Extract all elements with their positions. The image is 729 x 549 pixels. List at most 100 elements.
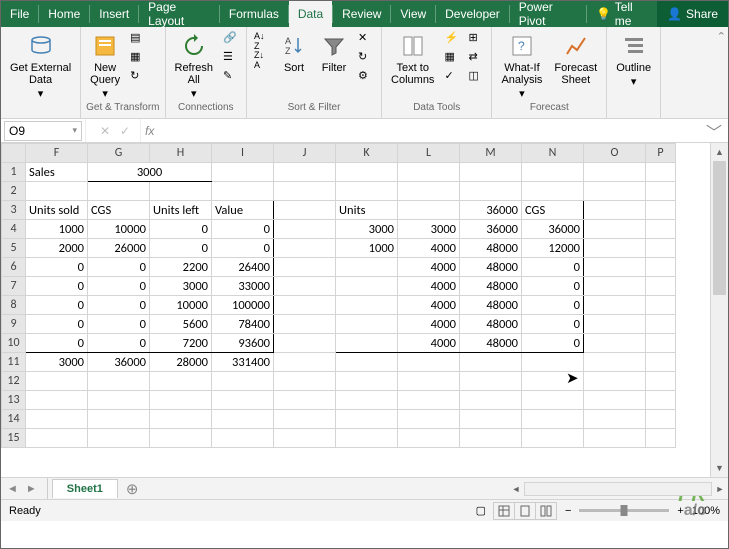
cell-I12[interactable] [212, 372, 274, 391]
zoom-in-button[interactable]: + [677, 505, 683, 517]
row-header-5[interactable]: 5 [2, 239, 26, 258]
cell-J5[interactable] [274, 239, 336, 258]
cell-I7[interactable]: 33000 [212, 277, 274, 296]
manage-data-model-button[interactable]: ◫ [466, 68, 486, 86]
cell-M14[interactable] [460, 410, 522, 429]
collapse-ribbon-button[interactable]: ˆ [715, 27, 728, 118]
cell-L7[interactable]: 4000 [398, 277, 460, 296]
row-header-4[interactable]: 4 [2, 220, 26, 239]
properties-button[interactable]: ☰ [221, 49, 241, 67]
page-layout-view-button[interactable] [514, 502, 536, 520]
cell-K12[interactable] [336, 372, 398, 391]
show-queries-button[interactable]: ▤ [128, 30, 148, 48]
cell-M5[interactable]: 48000 [460, 239, 522, 258]
cell-I3[interactable]: Value [212, 201, 274, 220]
cell-G12[interactable] [88, 372, 150, 391]
cell-J12[interactable] [274, 372, 336, 391]
col-header-M[interactable]: M [460, 144, 522, 163]
cell-K9[interactable] [336, 315, 398, 334]
cell-P5[interactable] [646, 239, 676, 258]
cell-F5[interactable]: 2000 [26, 239, 88, 258]
cell-I2[interactable] [212, 182, 274, 201]
text-to-columns-button[interactable]: Text to Columns [387, 30, 438, 88]
col-header-N[interactable]: N [522, 144, 584, 163]
cell-O6[interactable] [584, 258, 646, 277]
cell-M9[interactable]: 48000 [460, 315, 522, 334]
cell-P6[interactable] [646, 258, 676, 277]
fx-icon[interactable]: fx [141, 124, 158, 138]
cell-I15[interactable] [212, 429, 274, 448]
cell-F6[interactable]: 0 [26, 258, 88, 277]
cell-H6[interactable]: 2200 [150, 258, 212, 277]
outline-button[interactable]: Outline▾ [612, 30, 655, 90]
tab-developer[interactable]: Developer [436, 1, 509, 27]
tab-data[interactable]: Data [289, 1, 332, 27]
cell-K11[interactable] [336, 353, 398, 372]
row-header-6[interactable]: 6 [2, 258, 26, 277]
row-header-11[interactable]: 11 [2, 353, 26, 372]
cell-J7[interactable] [274, 277, 336, 296]
cell-O5[interactable] [584, 239, 646, 258]
col-header-L[interactable]: L [398, 144, 460, 163]
cell-N7[interactable]: 0 [522, 277, 584, 296]
cell-M12[interactable] [460, 372, 522, 391]
tab-formulas[interactable]: Formulas [220, 1, 288, 27]
cell-F3[interactable]: Units sold [26, 201, 88, 220]
name-box[interactable]: O9 [4, 121, 82, 141]
cell-F9[interactable]: 0 [26, 315, 88, 334]
cell-F11[interactable]: 3000 [26, 353, 88, 372]
cell-P4[interactable] [646, 220, 676, 239]
cell-M4[interactable]: 36000 [460, 220, 522, 239]
cell-J2[interactable] [274, 182, 336, 201]
col-header-G[interactable]: G [88, 144, 150, 163]
cell-P8[interactable] [646, 296, 676, 315]
cell-L15[interactable] [398, 429, 460, 448]
cell-P2[interactable] [646, 182, 676, 201]
cell-P7[interactable] [646, 277, 676, 296]
zoom-slider[interactable] [579, 509, 669, 512]
cell-F4[interactable]: 1000 [26, 220, 88, 239]
relationships-button[interactable]: ⇄ [466, 49, 486, 67]
cell-K8[interactable] [336, 296, 398, 315]
cell-L5[interactable]: 4000 [398, 239, 460, 258]
row-header-1[interactable]: 1 [2, 163, 26, 182]
cell-H7[interactable]: 3000 [150, 277, 212, 296]
cell-H2[interactable] [150, 182, 212, 201]
cell-M7[interactable]: 48000 [460, 277, 522, 296]
cell-H3[interactable]: Units left [150, 201, 212, 220]
cell-N2[interactable] [522, 182, 584, 201]
cell-P12[interactable] [646, 372, 676, 391]
cell-O13[interactable] [584, 391, 646, 410]
cell-I9[interactable]: 78400 [212, 315, 274, 334]
cell-J4[interactable] [274, 220, 336, 239]
cell-I6[interactable]: 26400 [212, 258, 274, 277]
cell-H4[interactable]: 0 [150, 220, 212, 239]
cell-H5[interactable]: 0 [150, 239, 212, 258]
cell-O15[interactable] [584, 429, 646, 448]
cell-F10[interactable]: 0 [26, 334, 88, 353]
cell-I5[interactable]: 0 [212, 239, 274, 258]
cell-L14[interactable] [398, 410, 460, 429]
cell-N6[interactable]: 0 [522, 258, 584, 277]
page-break-view-button[interactable] [535, 502, 557, 520]
cell-N9[interactable]: 0 [522, 315, 584, 334]
row-header-3[interactable]: 3 [2, 201, 26, 220]
cell-P13[interactable] [646, 391, 676, 410]
cell-P14[interactable] [646, 410, 676, 429]
col-header-J[interactable]: J [274, 144, 336, 163]
cell-G13[interactable] [88, 391, 150, 410]
cell-G2[interactable] [88, 182, 150, 201]
cell-J15[interactable] [274, 429, 336, 448]
row-header-12[interactable]: 12 [2, 372, 26, 391]
cell-G10[interactable]: 0 [88, 334, 150, 353]
cell-L6[interactable]: 4000 [398, 258, 460, 277]
horizontal-scrollbar[interactable]: ◄► [508, 478, 728, 499]
cell-O7[interactable] [584, 277, 646, 296]
forecast-sheet-button[interactable]: Forecast Sheet [550, 30, 601, 88]
cell-G15[interactable] [88, 429, 150, 448]
edit-links-button[interactable]: ✎ [221, 68, 241, 86]
cell-O12[interactable] [584, 372, 646, 391]
what-if-analysis-button[interactable]: ? What-If Analysis▾ [497, 30, 546, 102]
cell-J6[interactable] [274, 258, 336, 277]
cell-F12[interactable] [26, 372, 88, 391]
